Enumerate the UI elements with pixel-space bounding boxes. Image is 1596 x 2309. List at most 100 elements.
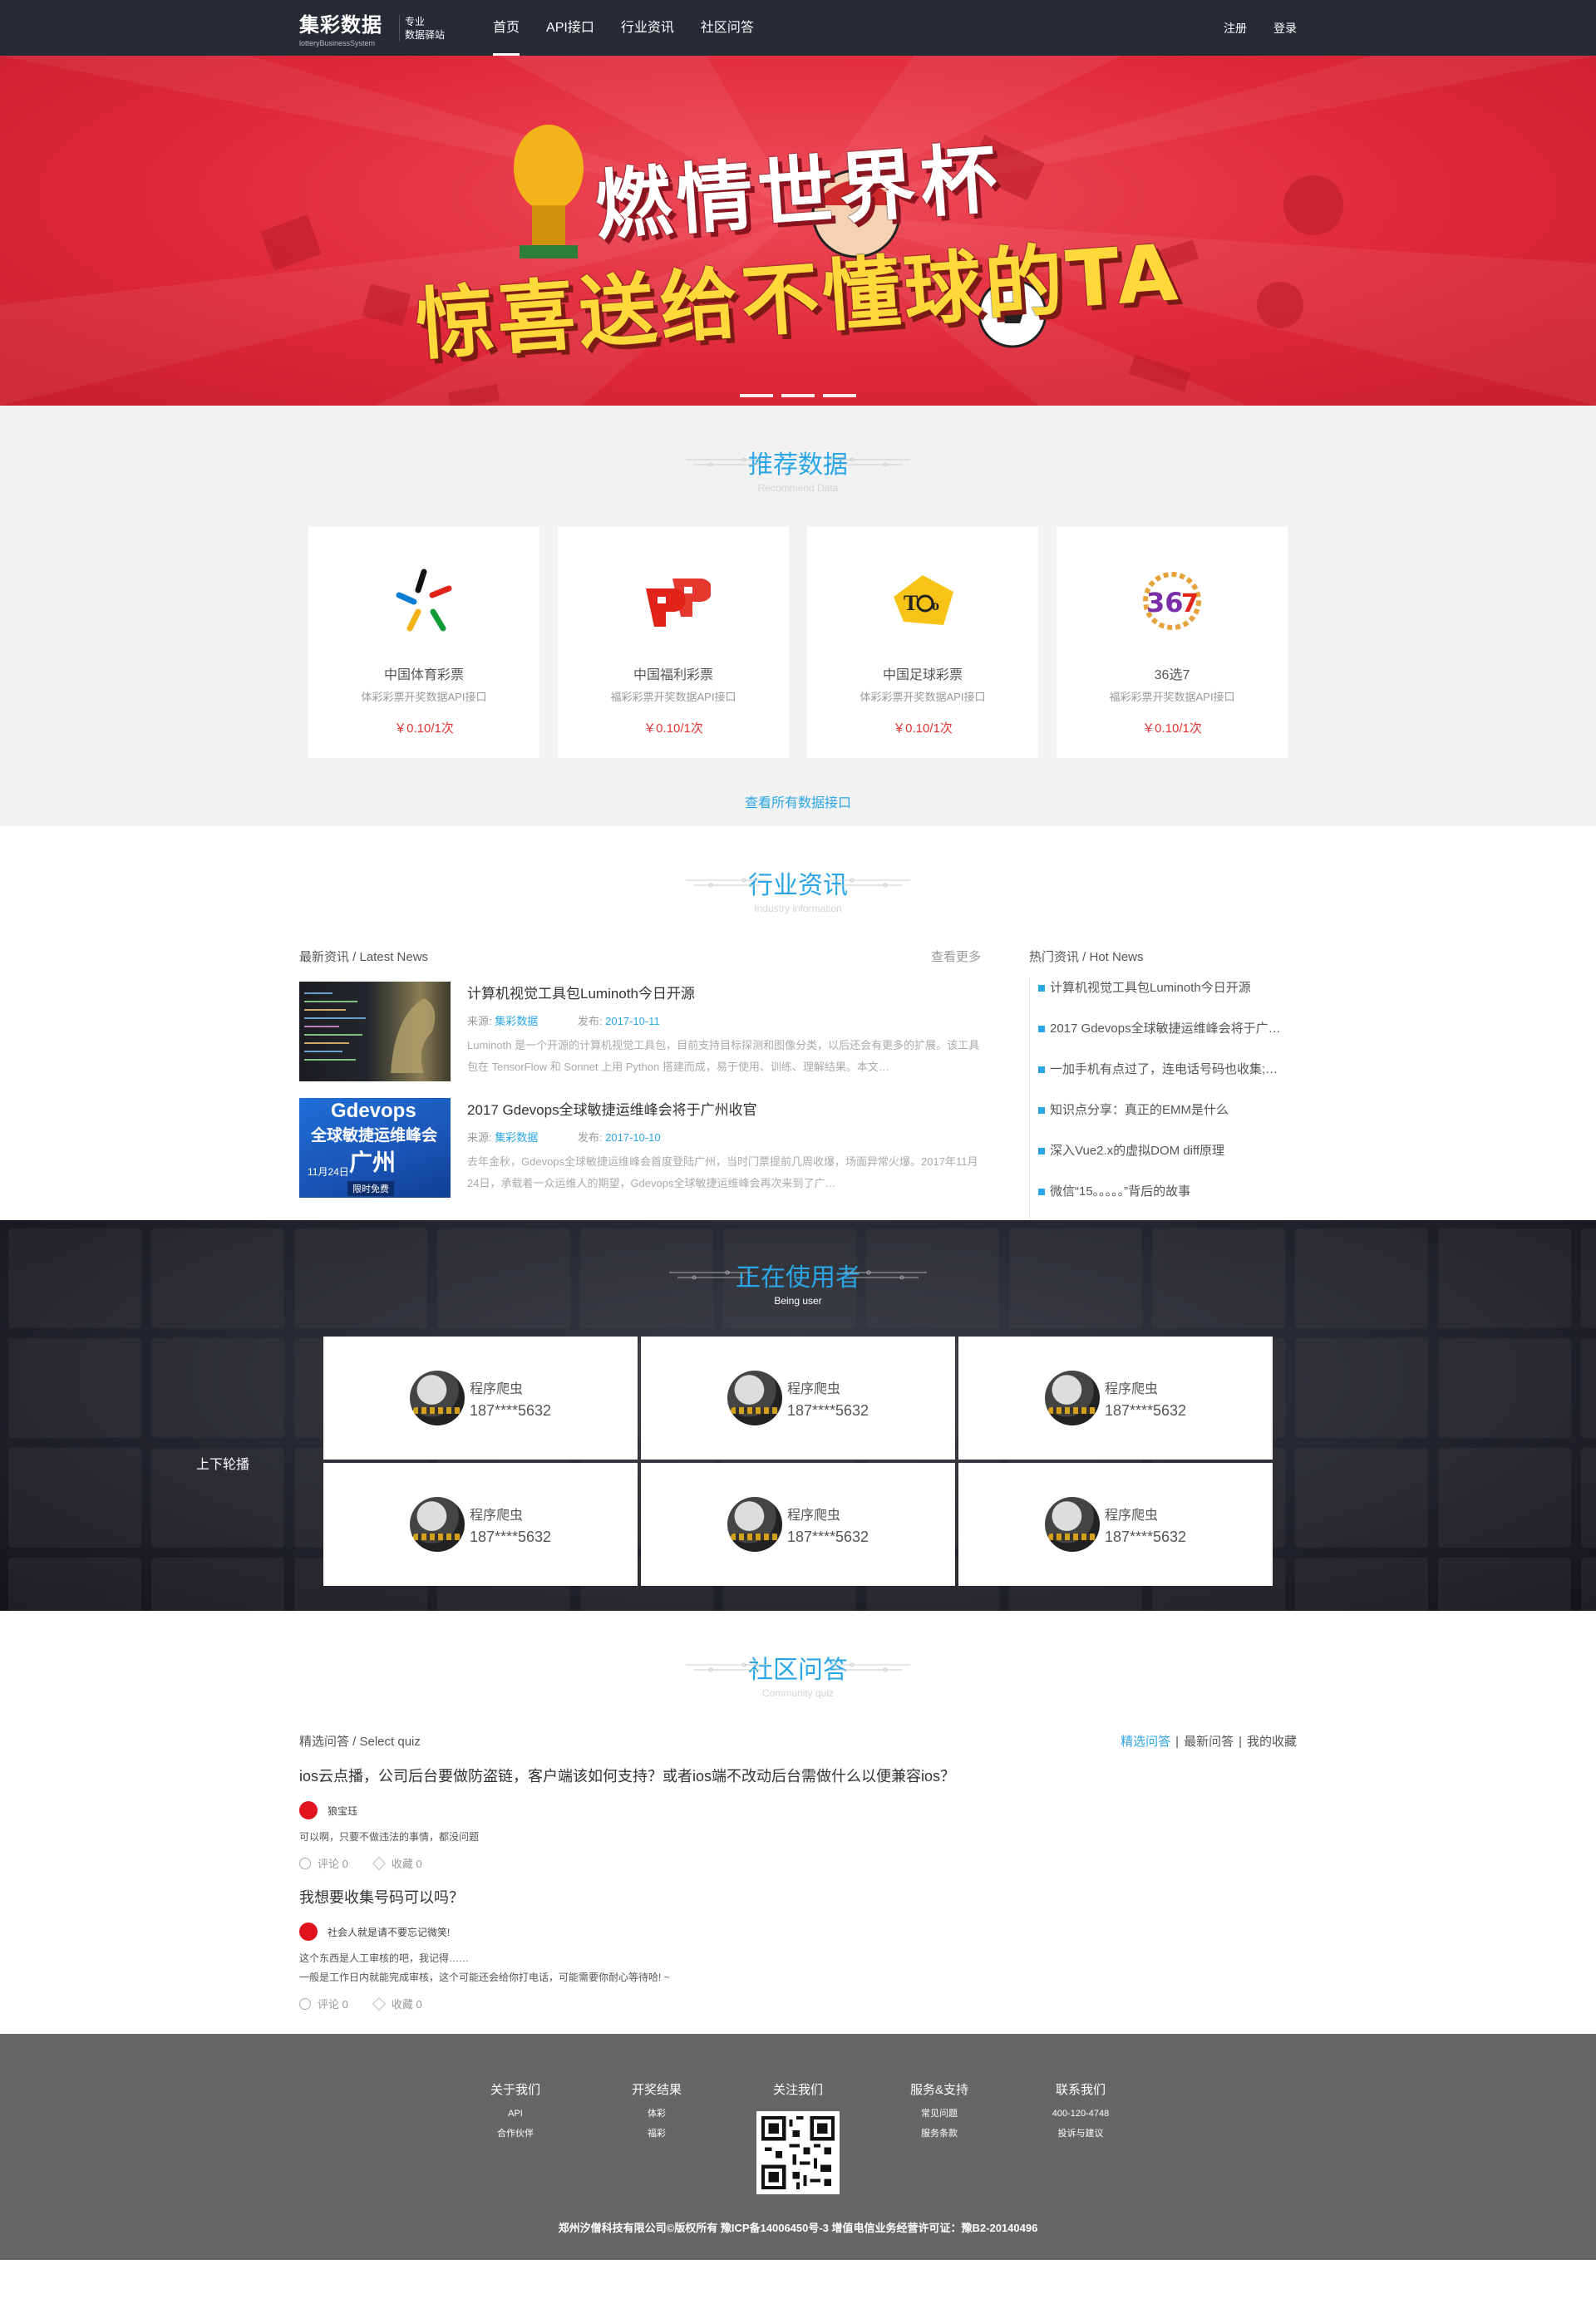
question-item: 我想要收集号码可以吗？ 社会人就是请不要忘记微笑! 这个东西是人工审核的吧，我记… xyxy=(299,1886,1297,2011)
hot-news: 热门资讯 / Hot News 计算机视觉工具包Luminoth今日开源 201… xyxy=(1029,948,1297,1223)
user-card[interactable]: 程序爬虫 187****5632 xyxy=(323,1337,638,1460)
user-card[interactable]: 程序爬虫 187****5632 xyxy=(958,1463,1273,1586)
card-desc: 体彩彩票开奖数据API接口 xyxy=(860,691,986,703)
slide-dot[interactable] xyxy=(740,394,773,397)
user-card[interactable]: 程序爬虫 187****5632 xyxy=(958,1337,1273,1460)
latest-news-label: 最新资讯 / Latest News xyxy=(299,950,429,964)
footer-col-about: 关于我们 API 合作伙伴 xyxy=(445,2080,586,2194)
tab-favorites[interactable]: 我的收藏 xyxy=(1247,1735,1297,1749)
card-price: ￥0.10/1次 xyxy=(643,721,703,736)
tab-selected[interactable]: 精选问答 xyxy=(1121,1735,1170,1749)
svg-text:36: 36 xyxy=(1146,587,1184,618)
card-name: 中国足球彩票 xyxy=(882,668,963,682)
news-title[interactable]: 计算机视觉工具包Luminoth今日开源 xyxy=(467,982,981,1002)
hot-news-item[interactable]: 2017 Gdevops全球敏捷运维峰会将于广… xyxy=(1038,1019,1297,1060)
user-phone: 187****5632 xyxy=(786,1401,869,1419)
card-name: 中国福利彩票 xyxy=(633,668,713,682)
nav-api[interactable]: API接口 xyxy=(533,0,608,56)
users-section: 正在使用者 Being user 上下轮播 程序爬虫 187****5632 程序… xyxy=(0,1220,1596,1611)
news-title: 行业资讯 xyxy=(748,872,848,899)
news-abstract: 去年金秋，Gdevops全球敏捷运维峰会首度登陆广州，当时门票提前几周收爆，场面… xyxy=(467,1155,978,1189)
footer-link[interactable]: API xyxy=(445,2108,586,2120)
news-more-link[interactable]: 查看更多 xyxy=(931,948,981,965)
question-title[interactable]: ios云点播，公司后台要做防盗链，客户端该如何支持？或者ios端不改动后台需做什… xyxy=(299,1765,1297,1786)
nav-news[interactable]: 行业资讯 xyxy=(608,0,687,56)
register-link[interactable]: 注册 xyxy=(1224,20,1247,37)
question-title[interactable]: 我想要收集号码可以吗？ xyxy=(299,1886,1297,1908)
footer-col-contact: 联系我们 400-120-4748 投诉与建议 xyxy=(1010,2080,1151,2194)
news-section: 行业资讯 Industry information 最新资讯 / Latest … xyxy=(0,826,1596,1223)
footer-heading: 关于我们 xyxy=(490,2083,540,2097)
news-item[interactable]: Gdevops 全球敏捷运维峰会 广州 11月24日 限时免费 2017 Gde… xyxy=(299,1098,981,1198)
question-actions: 评论 0 收藏 0 xyxy=(299,1996,1297,2011)
tab-latest[interactable]: 最新问答 xyxy=(1184,1735,1234,1749)
avatar xyxy=(299,1801,318,1819)
answer-user[interactable]: 社会人就是请不要忘记微笑! xyxy=(328,1925,450,1939)
source-label: 来源: xyxy=(467,1131,492,1144)
news-source[interactable]: 集彩数据 xyxy=(495,1131,538,1144)
comment-button[interactable]: 评论 0 xyxy=(299,1855,348,1871)
nav-community[interactable]: 社区问答 xyxy=(687,0,767,56)
community-heading: 社区问答 Community quiz xyxy=(0,1649,1596,1699)
avatar xyxy=(1044,1371,1100,1425)
site-logo[interactable]: 集彩数据 lotteryBusinessSystem 专业 数据驿站 xyxy=(299,8,445,47)
footer-heading: 关注我们 xyxy=(772,2083,823,2097)
footer-heading: 开奖结果 xyxy=(631,2083,682,2097)
hot-news-item[interactable]: 知识点分享：真正的EMM是什么 xyxy=(1038,1100,1297,1141)
news-item[interactable]: 计算机视觉工具包Luminoth今日开源 来源: 集彩数据 发布: 2017-1… xyxy=(299,982,981,1081)
avatar xyxy=(299,1923,318,1941)
brand-name: 集彩数据 xyxy=(299,14,382,37)
user-card[interactable]: 程序爬虫 187****5632 xyxy=(641,1463,955,1586)
favorite-button[interactable]: 收藏 0 xyxy=(373,1996,422,2011)
footer-heading: 联系我们 xyxy=(1055,2083,1106,2097)
answer-author: 狼宝珏 xyxy=(299,1801,1297,1819)
user-phone: 187****5632 xyxy=(469,1401,552,1419)
footer-link[interactable]: 体彩 xyxy=(586,2108,727,2120)
hero-banner[interactable]: 燃情世界杯 惊喜送给不懂球的TA xyxy=(0,56,1596,406)
footer-col-results: 开奖结果 体彩 福彩 xyxy=(586,2080,727,2194)
user-card[interactable]: 程序爬虫 187****5632 xyxy=(641,1337,955,1460)
hot-news-item[interactable]: 计算机视觉工具包Luminoth今日开源 xyxy=(1038,978,1297,1019)
hot-news-header: 热门资讯 / Hot News xyxy=(1029,948,1297,965)
news-source[interactable]: 集彩数据 xyxy=(495,1015,538,1027)
user-card[interactable]: 程序爬虫 187****5632 xyxy=(323,1463,638,1586)
question-actions: 评论 0 收藏 0 xyxy=(299,1855,1297,1871)
footer-link[interactable]: 合作伙伴 xyxy=(445,2128,586,2140)
avatar xyxy=(727,1371,782,1425)
card-welfare-lottery[interactable]: 中国福利彩票 福彩彩票开奖数据API接口 ￥0.10/1次 xyxy=(558,527,789,758)
card-36-7[interactable]: 36 7 36选7 福彩彩票开奖数据API接口 ￥0.10/1次 xyxy=(1057,527,1288,758)
nav-home[interactable]: 首页 xyxy=(480,0,533,56)
footer-link[interactable]: 福彩 xyxy=(586,2128,727,2140)
user-phone: 187****5632 xyxy=(786,1528,869,1545)
card-sports-lottery[interactable]: 中国体育彩票 体彩彩票开奖数据API接口 ￥0.10/1次 xyxy=(308,527,539,758)
hot-news-item[interactable]: 一加手机有点过了，连电话号码也收集;… xyxy=(1038,1060,1297,1100)
slide-dots xyxy=(0,394,1596,397)
recommend-section: 推荐数据 Recommend Data 中国体育彩票 体彩彩票开奖数据API接口… xyxy=(0,406,1596,826)
user-name: 程序爬虫 xyxy=(1104,1508,1158,1523)
community-subtitle: Community quiz xyxy=(761,1687,835,1699)
date-label: 发布: xyxy=(577,1015,603,1027)
hot-news-item[interactable]: 微信“15。。。。。”背后的故事 xyxy=(1038,1182,1297,1223)
carousel-label: 上下轮播 xyxy=(196,1458,250,1472)
recommend-subtitle: Recommend Data xyxy=(757,482,839,494)
footer-link[interactable]: 投诉与建议 xyxy=(1010,2128,1151,2140)
login-link[interactable]: 登录 xyxy=(1273,20,1297,37)
avatar xyxy=(409,1497,465,1552)
favorite-button[interactable]: 收藏 0 xyxy=(373,1855,422,1871)
slide-dot[interactable] xyxy=(781,394,815,397)
user-name: 程序爬虫 xyxy=(786,1381,840,1396)
hot-news-item[interactable]: 深入Vue2.x的虚拟DOM diff原理 xyxy=(1038,1141,1297,1182)
card-name: 中国体育彩票 xyxy=(383,668,464,682)
comment-button[interactable]: 评论 0 xyxy=(299,1996,348,2011)
footer-heading: 服务&支持 xyxy=(909,2083,968,2097)
news-title[interactable]: 2017 Gdevops全球敏捷运维峰会将于广州收官 xyxy=(467,1098,981,1119)
card-football-lottery[interactable]: To 中国足球彩票 体彩彩票开奖数据API接口 ￥0.10/1次 xyxy=(807,527,1038,758)
answer-user[interactable]: 狼宝珏 xyxy=(328,1804,357,1818)
card-desc: 体彩彩票开奖数据API接口 xyxy=(361,691,487,703)
all-apis-link[interactable]: 查看所有数据接口 xyxy=(0,791,1596,811)
36-7-logo-icon: 36 7 xyxy=(1135,564,1209,638)
slide-dot[interactable] xyxy=(823,394,856,397)
news-columns: 最新资讯 / Latest News 查看更多 计算机视觉工具包Luminoth… xyxy=(299,948,1297,1223)
footer-link[interactable]: 服务条款 xyxy=(869,2128,1010,2140)
footer-link[interactable]: 常见问题 xyxy=(869,2108,1010,2120)
